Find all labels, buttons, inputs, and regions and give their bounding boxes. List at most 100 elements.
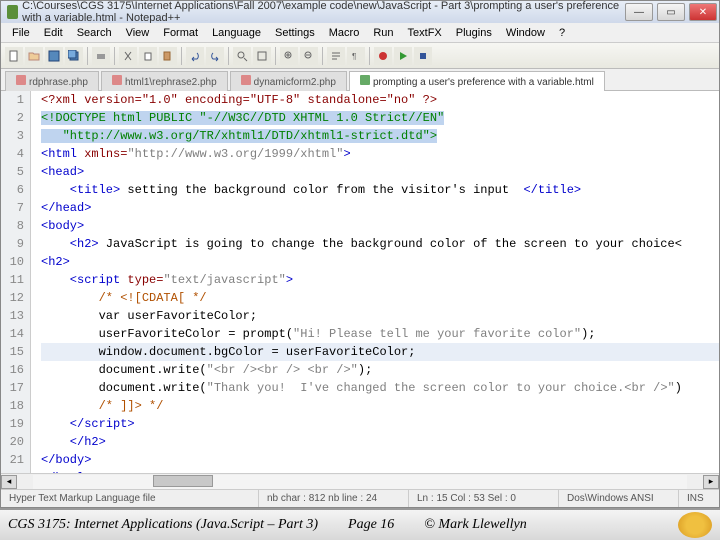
file-tab[interactable]: html1\rephrase2.php bbox=[101, 71, 228, 91]
cut-button[interactable] bbox=[119, 47, 137, 65]
code-line[interactable]: </html> bbox=[41, 469, 719, 473]
line-number: 6 bbox=[1, 181, 24, 199]
code-line[interactable]: </head> bbox=[41, 199, 719, 217]
menu-language[interactable]: Language bbox=[205, 25, 268, 41]
scroll-right-button[interactable]: ▸ bbox=[703, 475, 719, 489]
file-tab[interactable]: prompting a user's preference with a var… bbox=[349, 71, 605, 91]
status-insert-mode: INS bbox=[679, 490, 719, 507]
code-line[interactable]: <h2> bbox=[41, 253, 719, 271]
code-line[interactable]: </h2> bbox=[41, 433, 719, 451]
code-line[interactable]: <?xml version="1.0" encoding="UTF-8" sta… bbox=[41, 91, 719, 109]
menu-textfx[interactable]: TextFX bbox=[401, 25, 449, 41]
code-line[interactable]: /* ]]> */ bbox=[41, 397, 719, 415]
toolbar-separator bbox=[87, 47, 88, 65]
line-number: 1 bbox=[1, 91, 24, 109]
status-chars: nb char : 812 nb line : 24 bbox=[259, 490, 409, 507]
code-line[interactable]: <title> setting the background color fro… bbox=[41, 181, 719, 199]
menubar: FileEditSearchViewFormatLanguageSettings… bbox=[1, 23, 719, 43]
menu-format[interactable]: Format bbox=[156, 25, 205, 41]
code-line[interactable]: /* <![CDATA[ */ bbox=[41, 289, 719, 307]
menu-macro[interactable]: Macro bbox=[322, 25, 367, 41]
line-number: 10 bbox=[1, 253, 24, 271]
show-all-chars-button[interactable]: ¶ bbox=[347, 47, 365, 65]
menu-run[interactable]: Run bbox=[366, 25, 400, 41]
file-tab[interactable]: dynamicform2.php bbox=[230, 71, 347, 91]
line-number: 3 bbox=[1, 127, 24, 145]
horizontal-scrollbar[interactable]: ◂ ▸ bbox=[1, 473, 719, 489]
menu-plugins[interactable]: Plugins bbox=[449, 25, 499, 41]
stop-macro-button[interactable] bbox=[414, 47, 432, 65]
code-area[interactable]: <?xml version="1.0" encoding="UTF-8" sta… bbox=[31, 91, 719, 473]
scroll-left-button[interactable]: ◂ bbox=[1, 475, 17, 489]
line-number: 5 bbox=[1, 163, 24, 181]
zoom-out-button[interactable] bbox=[300, 47, 318, 65]
code-line[interactable]: "http://www.w3.org/TR/xhtml1/DTD/xhtml1-… bbox=[41, 127, 719, 145]
menu-[interactable]: ? bbox=[552, 25, 572, 41]
wordwrap-button[interactable] bbox=[327, 47, 345, 65]
line-number: 4 bbox=[1, 145, 24, 163]
code-line[interactable]: var userFavoriteColor; bbox=[41, 307, 719, 325]
code-line[interactable]: </script> bbox=[41, 415, 719, 433]
code-line[interactable]: <head> bbox=[41, 163, 719, 181]
code-line[interactable]: <h2> JavaScript is going to change the b… bbox=[41, 235, 719, 253]
app-window: C:\Courses\CGS 3175\Internet Application… bbox=[0, 0, 720, 508]
toolbar-separator bbox=[322, 47, 323, 65]
scroll-track[interactable] bbox=[33, 475, 687, 489]
tab-label: rdphrase.php bbox=[29, 77, 88, 88]
paste-button[interactable] bbox=[159, 47, 177, 65]
new-file-button[interactable] bbox=[5, 47, 23, 65]
toolbar-separator bbox=[369, 47, 370, 65]
titlebar-text: C:\Courses\CGS 3175\Internet Application… bbox=[22, 0, 623, 24]
tab-file-icon bbox=[112, 75, 122, 85]
play-macro-button[interactable] bbox=[394, 47, 412, 65]
line-number: 17 bbox=[1, 379, 24, 397]
app-icon bbox=[7, 5, 18, 19]
copy-button[interactable] bbox=[139, 47, 157, 65]
find-button[interactable] bbox=[233, 47, 251, 65]
menu-search[interactable]: Search bbox=[70, 25, 119, 41]
maximize-button[interactable]: ▭ bbox=[657, 3, 685, 21]
record-macro-button[interactable] bbox=[374, 47, 392, 65]
svg-text:¶: ¶ bbox=[352, 52, 356, 61]
menu-edit[interactable]: Edit bbox=[37, 25, 70, 41]
print-button[interactable] bbox=[92, 47, 110, 65]
code-line[interactable]: document.write("<br /><br /> <br />"); bbox=[41, 361, 719, 379]
redo-button[interactable] bbox=[206, 47, 224, 65]
line-number: 14 bbox=[1, 325, 24, 343]
line-number: 8 bbox=[1, 217, 24, 235]
toolbar-separator bbox=[181, 47, 182, 65]
line-number: 12 bbox=[1, 289, 24, 307]
replace-button[interactable] bbox=[253, 47, 271, 65]
scroll-thumb[interactable] bbox=[153, 475, 213, 487]
zoom-in-button[interactable] bbox=[280, 47, 298, 65]
minimize-button[interactable]: — bbox=[625, 3, 653, 21]
open-file-button[interactable] bbox=[25, 47, 43, 65]
menu-view[interactable]: View bbox=[119, 25, 157, 41]
menu-window[interactable]: Window bbox=[499, 25, 552, 41]
toolbar-separator bbox=[275, 47, 276, 65]
code-line[interactable]: window.document.bgColor = userFavoriteCo… bbox=[41, 343, 719, 361]
code-line[interactable]: </body> bbox=[41, 451, 719, 469]
line-number: 15 bbox=[1, 343, 24, 361]
undo-button[interactable] bbox=[186, 47, 204, 65]
code-line[interactable]: <script type="text/javascript"> bbox=[41, 271, 719, 289]
menu-file[interactable]: File bbox=[5, 25, 37, 41]
code-line[interactable]: userFavoriteColor = prompt("Hi! Please t… bbox=[41, 325, 719, 343]
tab-label: dynamicform2.php bbox=[254, 77, 336, 88]
statusbar: Hyper Text Markup Language file nb char … bbox=[1, 489, 719, 507]
toolbar-separator bbox=[228, 47, 229, 65]
file-tab[interactable]: rdphrase.php bbox=[5, 71, 99, 91]
code-line[interactable]: document.write("Thank you! I've changed … bbox=[41, 379, 719, 397]
code-line[interactable]: <!DOCTYPE html PUBLIC "-//W3C//DTD XHTML… bbox=[41, 109, 719, 127]
menu-settings[interactable]: Settings bbox=[268, 25, 322, 41]
line-number: 21 bbox=[1, 451, 24, 469]
status-position: Ln : 15 Col : 53 Sel : 0 bbox=[409, 490, 559, 507]
code-line[interactable]: <html xmlns="http://www.w3.org/1999/xhtm… bbox=[41, 145, 719, 163]
close-button[interactable]: ✕ bbox=[689, 3, 717, 21]
tab-file-icon bbox=[16, 75, 26, 85]
tab-label: html1\rephrase2.php bbox=[125, 77, 217, 88]
footer-course: CGS 3175: Internet Applications (Java.Sc… bbox=[8, 517, 318, 533]
code-line[interactable]: <body> bbox=[41, 217, 719, 235]
save-button[interactable] bbox=[45, 47, 63, 65]
save-all-button[interactable] bbox=[65, 47, 83, 65]
